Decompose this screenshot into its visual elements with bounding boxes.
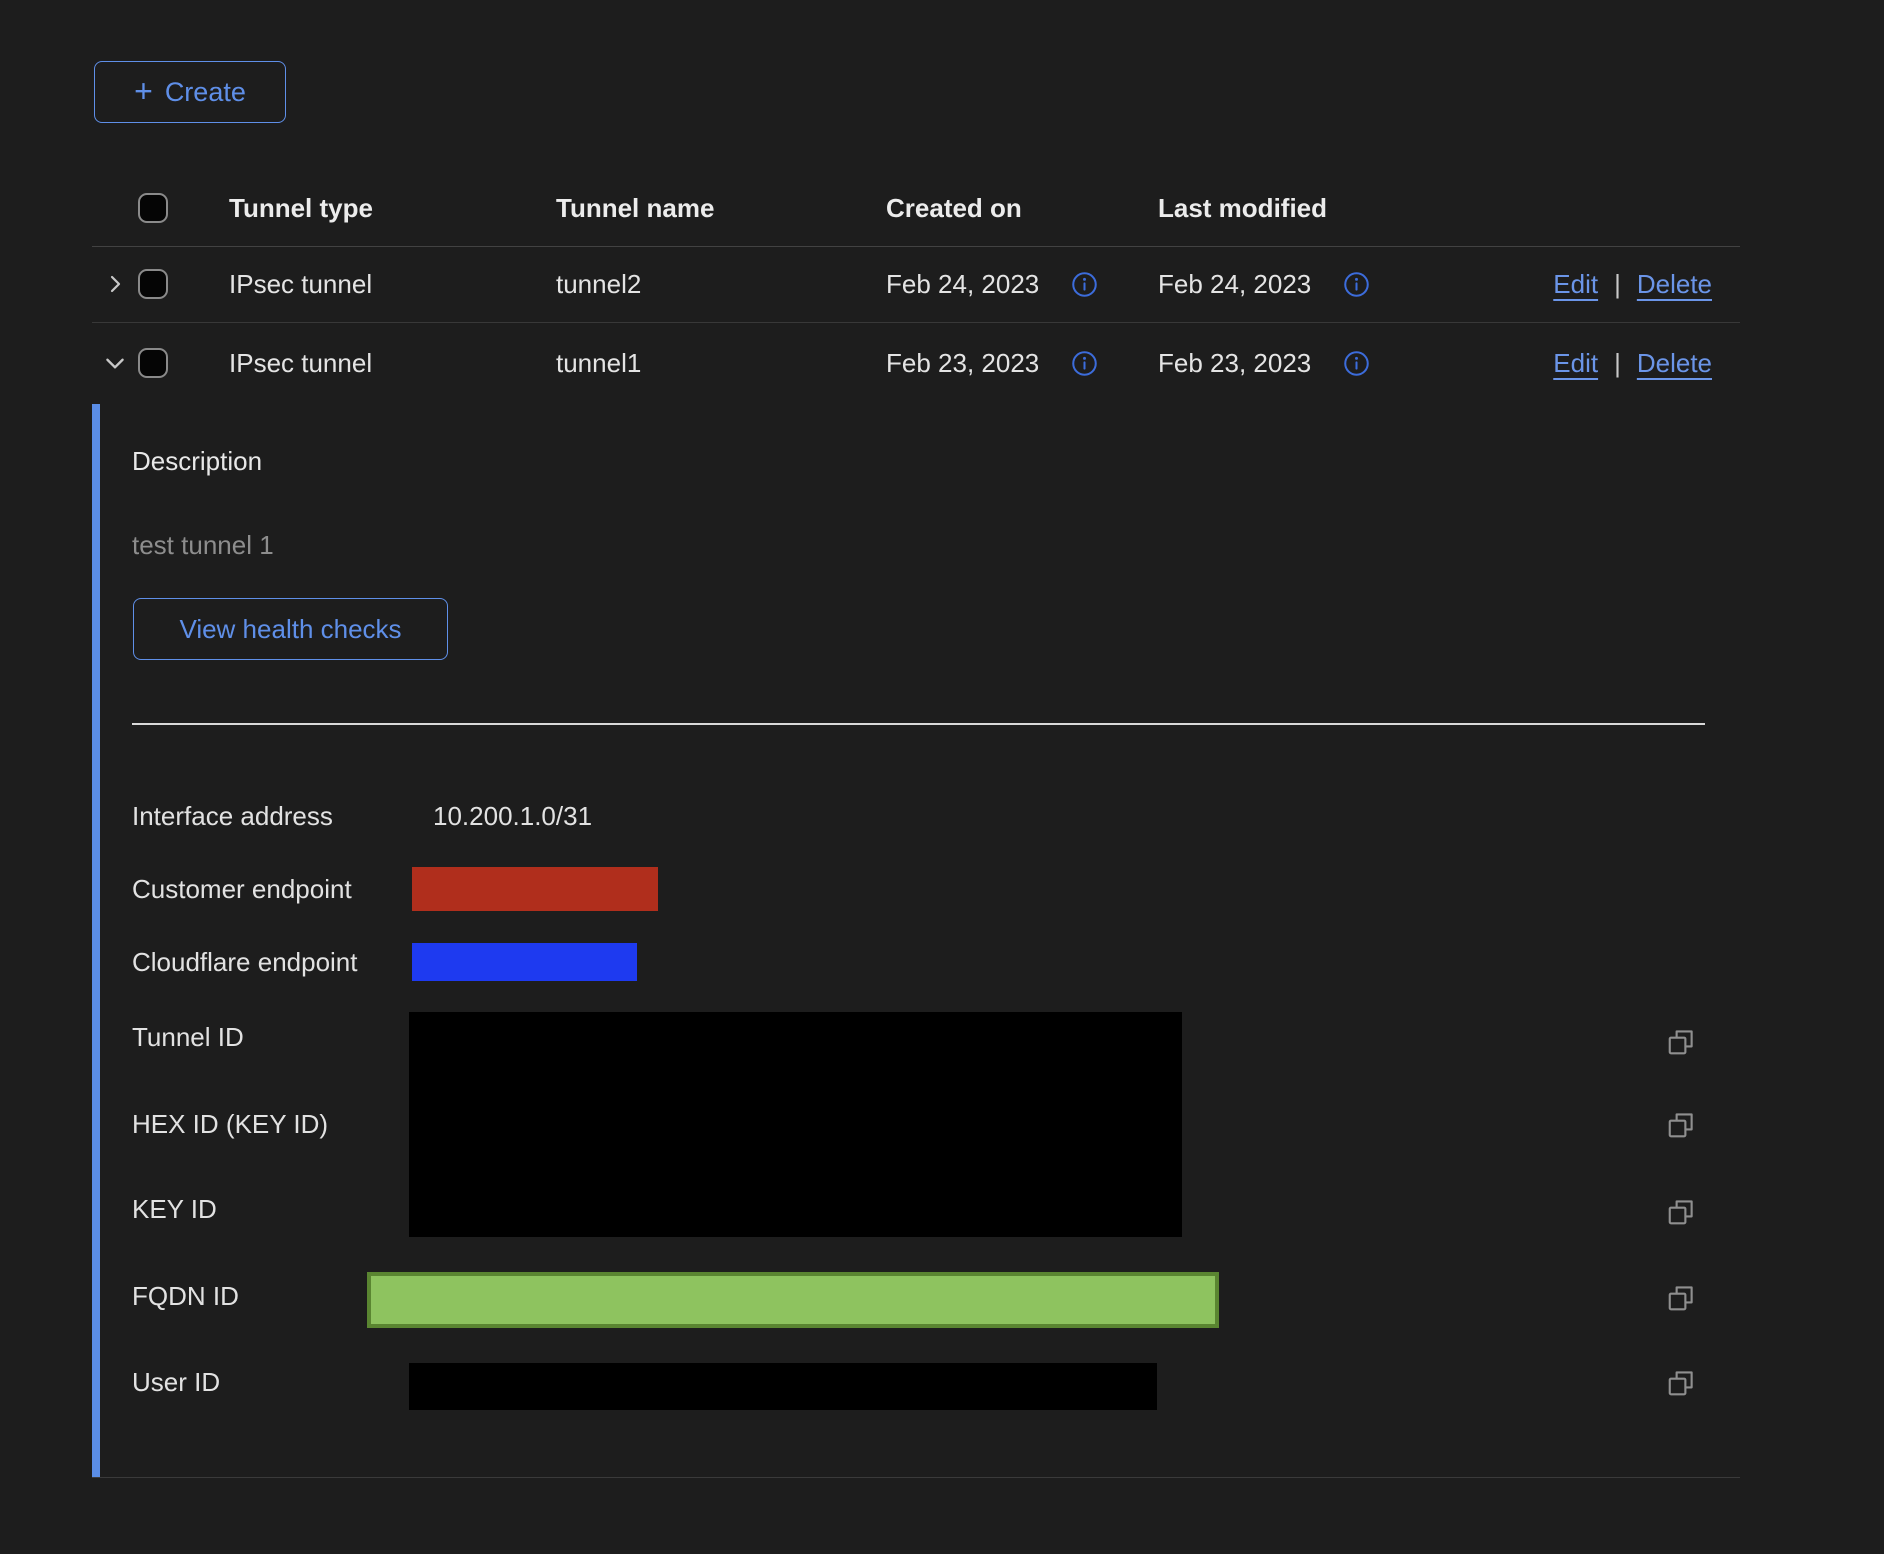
edit-link[interactable]: Edit xyxy=(1553,269,1598,300)
info-icon[interactable] xyxy=(1071,350,1098,377)
description-value: test tunnel 1 xyxy=(132,519,274,571)
tunnel-type-value: IPsec tunnel xyxy=(194,348,521,379)
chevron-down-icon[interactable] xyxy=(92,350,138,376)
header-tunnel-name: Tunnel name xyxy=(521,193,851,224)
row-checkbox[interactable] xyxy=(138,348,168,378)
copy-icon[interactable] xyxy=(1666,1368,1696,1398)
cloudflare-endpoint-label: Cloudflare endpoint xyxy=(132,947,409,978)
hex-id-label: HEX ID (KEY ID) xyxy=(132,1109,409,1140)
interface-address-value: 10.200.1.0/31 xyxy=(433,801,592,832)
user-id-label: User ID xyxy=(132,1367,409,1398)
table-header-row: Tunnel type Tunnel name Created on Last … xyxy=(92,170,1740,246)
customer-endpoint-redacted-value xyxy=(412,867,658,911)
tunnel-type-value: IPsec tunnel xyxy=(194,269,521,300)
header-tunnel-type: Tunnel type xyxy=(194,193,521,224)
table-row: IPsec tunnel tunnel2 Feb 24, 2023 Feb 24… xyxy=(92,246,1740,322)
created-on-value: Feb 24, 2023 xyxy=(886,269,1039,300)
key-id-label: KEY ID xyxy=(132,1194,409,1225)
copy-icon[interactable] xyxy=(1666,1027,1696,1057)
tunnel-hex-key-id-redacted-values xyxy=(409,1012,1182,1237)
view-health-checks-button[interactable]: View health checks xyxy=(133,598,448,660)
info-icon[interactable] xyxy=(1343,271,1370,298)
customer-endpoint-label: Customer endpoint xyxy=(132,874,409,905)
detail-row-cloudflare-endpoint: Cloudflare endpoint xyxy=(132,936,1692,988)
expanded-row-accent-bar xyxy=(92,404,100,1478)
last-modified-value: Feb 23, 2023 xyxy=(1158,348,1311,379)
tunnels-page: + Create Tunnel type Tunnel name Created… xyxy=(0,0,1884,1554)
last-modified-value: Feb 24, 2023 xyxy=(1158,269,1311,300)
table-row: IPsec tunnel tunnel1 Feb 23, 2023 Feb 23… xyxy=(92,322,1740,404)
tunnel-id-label: Tunnel ID xyxy=(132,1022,409,1053)
detail-row-customer-endpoint: Customer endpoint xyxy=(132,863,1692,915)
detail-row-interface-address: Interface address 10.200.1.0/31 xyxy=(132,790,1692,842)
copy-icon[interactable] xyxy=(1666,1110,1696,1140)
created-on-value: Feb 23, 2023 xyxy=(886,348,1039,379)
plus-icon: + xyxy=(134,75,153,107)
table-bottom-divider xyxy=(92,1477,1740,1478)
header-last-modified: Last modified xyxy=(1123,193,1423,224)
fqdn-id-redacted-value xyxy=(367,1272,1219,1328)
user-id-redacted-value xyxy=(409,1363,1157,1410)
row-checkbox[interactable] xyxy=(138,269,168,299)
header-created-on: Created on xyxy=(851,193,1123,224)
copy-icon[interactable] xyxy=(1666,1197,1696,1227)
actions-separator: | xyxy=(1614,348,1621,379)
delete-link[interactable]: Delete xyxy=(1637,269,1712,300)
info-icon[interactable] xyxy=(1071,271,1098,298)
section-divider xyxy=(132,723,1705,725)
select-all-checkbox[interactable] xyxy=(138,193,168,223)
copy-icon[interactable] xyxy=(1666,1283,1696,1313)
delete-link[interactable]: Delete xyxy=(1637,348,1712,379)
cloudflare-endpoint-redacted-value xyxy=(412,943,637,981)
actions-separator: | xyxy=(1614,269,1621,300)
tunnel-name-value: tunnel1 xyxy=(521,348,851,379)
description-label: Description xyxy=(132,435,262,487)
interface-address-label: Interface address xyxy=(132,801,409,832)
info-icon[interactable] xyxy=(1343,350,1370,377)
chevron-right-icon[interactable] xyxy=(92,272,138,296)
edit-link[interactable]: Edit xyxy=(1553,348,1598,379)
create-button-label: Create xyxy=(165,77,246,108)
tunnel-name-value: tunnel2 xyxy=(521,269,851,300)
create-button[interactable]: + Create xyxy=(94,61,286,123)
